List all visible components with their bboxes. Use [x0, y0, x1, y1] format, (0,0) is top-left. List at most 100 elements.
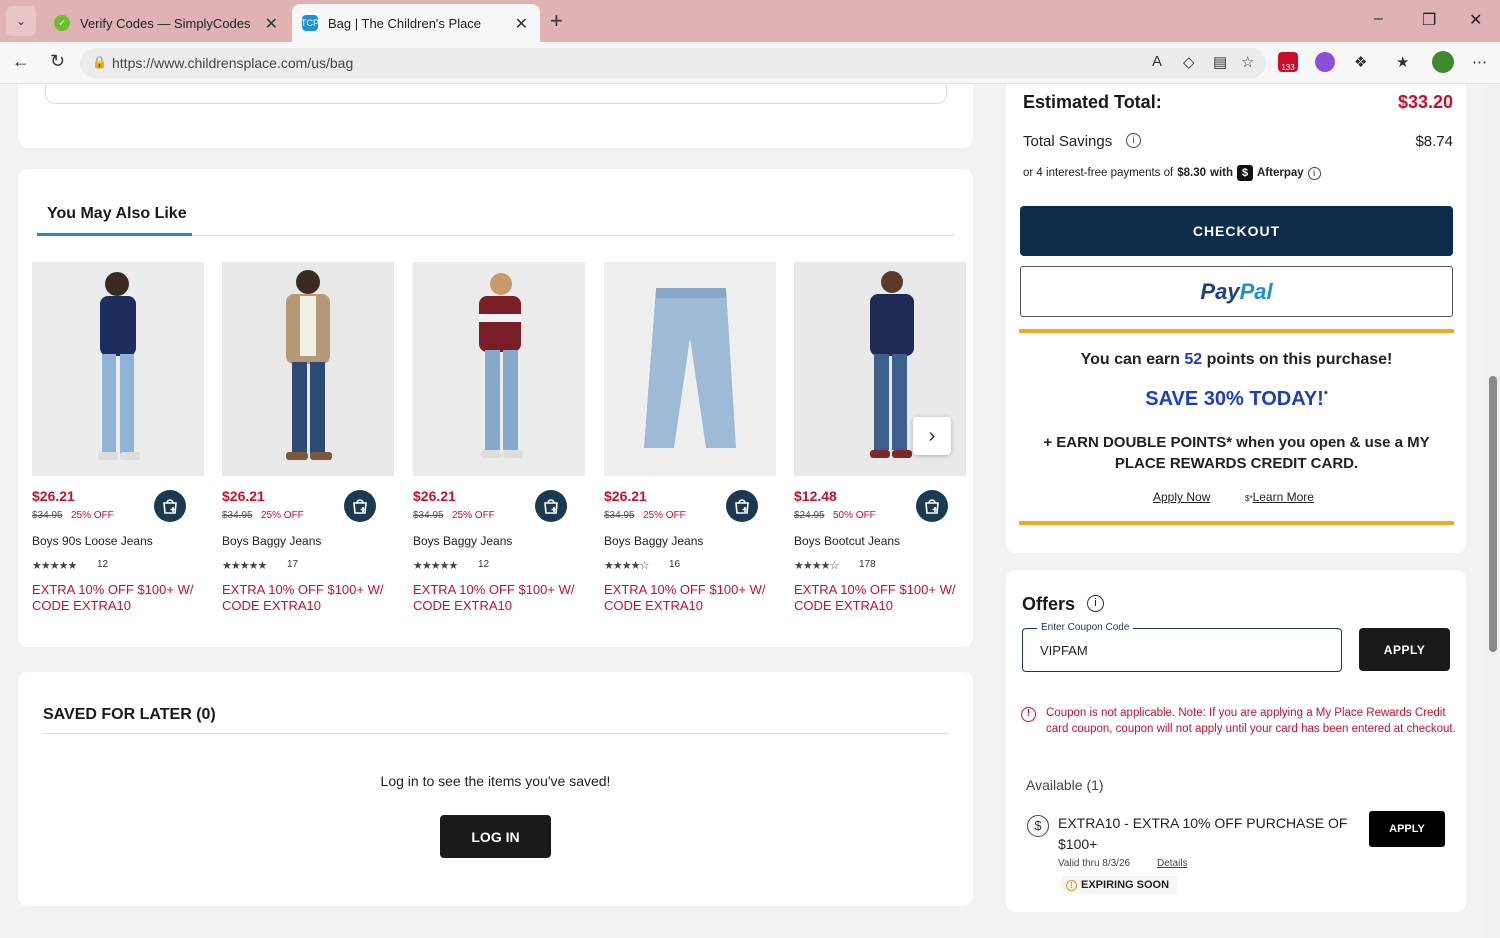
available-offers-label: Available (1): [1026, 777, 1104, 793]
saved-for-later-section: SAVED FOR LATER (0) Log in to see the it…: [18, 672, 973, 906]
saved-message: Log in to see the items you've saved!: [380, 773, 611, 789]
profile-avatar[interactable]: [1432, 51, 1454, 73]
warning-icon: !: [1066, 879, 1077, 891]
earn-suffix: points on this purchase!: [1206, 351, 1393, 368]
window-close-icon[interactable]: ✕: [1469, 10, 1482, 30]
learn-more-link[interactable]: $*Learn More: [1245, 490, 1314, 504]
reader-icon[interactable]: ▤: [1213, 53, 1227, 71]
product-was-price: $24.95: [794, 510, 825, 521]
earn-points-text: You can earn 52 points on this purchase!: [1019, 351, 1454, 369]
address-toolbar: ← ↻ 🔒 https://www.childrensplace.com/us/…: [0, 42, 1500, 84]
product-image[interactable]: [604, 262, 776, 476]
favorites-icon[interactable]: ★: [1396, 53, 1409, 71]
translate-icon[interactable]: A: [1152, 53, 1162, 70]
product-name[interactable]: Boys Baggy Jeans: [413, 534, 512, 548]
afterpay-amount: $8.30: [1177, 167, 1206, 179]
tag-icon[interactable]: ◇: [1183, 53, 1195, 71]
earn-prefix: You can earn: [1080, 351, 1180, 368]
add-to-bag-button[interactable]: [916, 490, 948, 522]
coupon-error-message: Coupon is not applicable. Note: If you a…: [1046, 707, 1456, 735]
tcp-favicon-icon: TCP: [301, 15, 319, 31]
reload-icon[interactable]: ↻: [50, 51, 65, 72]
product-price: $26.21: [413, 488, 456, 504]
product-image[interactable]: [222, 262, 394, 476]
product-discount: 25% OFF: [452, 510, 495, 521]
more-menu-icon[interactable]: ⋯: [1472, 53, 1487, 71]
offers-card: Offers i Enter Coupon Code APPLY ! Coupo…: [1006, 570, 1466, 912]
product-discount: 50% OFF: [833, 510, 876, 521]
new-tab-icon[interactable]: +: [550, 8, 563, 34]
offer-details-link[interactable]: Details: [1157, 858, 1188, 869]
paypal-button[interactable]: Pay Pal: [1020, 266, 1453, 317]
tab-childrens-place[interactable]: TCP Bag | The Children's Place ✕: [292, 4, 540, 42]
extension-badge-count: 133: [1281, 63, 1295, 72]
paypal-logo-part2: Pal: [1239, 278, 1273, 304]
scrollbar-thumb[interactable]: [1489, 376, 1497, 652]
product-card[interactable]: $26.21 $34.95 25% OFF Boys 90s Loose Jea…: [32, 262, 204, 613]
product-image[interactable]: [32, 262, 204, 476]
add-to-bag-button[interactable]: [535, 490, 567, 522]
expiring-label: EXPIRING SOON: [1081, 879, 1170, 891]
rating-stars-icon: ★★★★☆: [604, 560, 649, 572]
total-savings-label: Total Savings: [1023, 133, 1113, 150]
tab-title: Bag | The Children's Place: [328, 15, 482, 31]
afterpay-brand: Afterpay: [1257, 167, 1304, 179]
product-name[interactable]: Boys Bootcut Jeans: [794, 534, 900, 548]
close-tab-icon[interactable]: ✕: [265, 14, 278, 34]
product-name[interactable]: Boys Baggy Jeans: [222, 534, 321, 548]
product-name[interactable]: Boys Baggy Jeans: [604, 534, 703, 548]
product-card[interactable]: $26.21 $34.95 25% OFF Boys Baggy Jeans ★…: [604, 262, 776, 613]
add-to-bag-button[interactable]: [154, 490, 186, 522]
save-today-label: SAVE 30% TODAY!: [1145, 388, 1324, 410]
learn-more-prefix: $*: [1245, 494, 1253, 503]
info-icon[interactable]: i: [1087, 595, 1104, 612]
offer-name: EXTRA10 - EXTRA 10% OFF PURCHASE OF $100…: [1058, 815, 1348, 852]
simplycodes-favicon-icon: ✓: [54, 15, 70, 31]
carousel-next-button[interactable]: ›: [913, 417, 951, 455]
product-price: $26.21: [604, 488, 647, 504]
offer-valid-date: Valid thru 8/3/26: [1058, 858, 1131, 869]
product-was-price: $34.95: [604, 510, 635, 521]
save-today-text: SAVE 30% TODAY!*: [1019, 388, 1454, 411]
rating-stars-icon: ★★★★★: [413, 560, 458, 572]
afterpay-prefix: or 4 interest-free payments of: [1023, 167, 1174, 179]
checkout-button[interactable]: CHECKOUT: [1020, 206, 1453, 256]
coupon-input[interactable]: [1040, 643, 1320, 658]
close-tab-icon[interactable]: ✕: [515, 14, 528, 34]
apply-coupon-button[interactable]: APPLY: [1359, 628, 1450, 671]
info-icon[interactable]: i: [1307, 166, 1321, 180]
review-count: 178: [859, 559, 876, 570]
product-card[interactable]: $26.21 $34.95 25% OFF Boys Baggy Jeans ★…: [413, 262, 585, 613]
rating-stars-icon: ★★★★☆: [794, 560, 839, 572]
restore-icon[interactable]: ❐: [1422, 10, 1436, 30]
paypal-logo-part1: Pay: [1200, 278, 1240, 304]
coupon-field[interactable]: Enter Coupon Code: [1022, 622, 1342, 672]
login-button[interactable]: LOG IN: [440, 815, 551, 858]
minimize-icon[interactable]: –: [1374, 10, 1383, 28]
product-promo: EXTRA 10% OFF $100+ W/ CODE EXTRA10: [222, 582, 384, 613]
product-image[interactable]: [413, 262, 585, 476]
bag-items-card: [18, 84, 973, 148]
product-price: $26.21: [32, 488, 75, 504]
product-card[interactable]: $26.21 $34.95 25% OFF Boys Baggy Jeans ★…: [222, 262, 394, 613]
back-icon[interactable]: ←: [12, 51, 30, 72]
apply-now-link[interactable]: Apply Now: [1153, 490, 1210, 504]
extension-badge-icon[interactable]: 133: [1278, 52, 1298, 72]
url-field[interactable]: 🔒 https://www.childrensplace.com/us/bag: [80, 48, 1266, 78]
apply-offer-button[interactable]: APPLY: [1369, 811, 1445, 847]
extensions-puzzle-icon[interactable]: ❖: [1354, 53, 1367, 71]
info-icon[interactable]: i: [1126, 133, 1141, 148]
favorite-star-icon[interactable]: ☆: [1241, 53, 1254, 71]
add-to-bag-button[interactable]: [726, 490, 758, 522]
product-name[interactable]: Boys 90s Loose Jeans: [32, 534, 153, 548]
add-to-bag-button[interactable]: [344, 490, 376, 522]
tab-list-button[interactable]: ⌄: [6, 6, 36, 36]
product-promo: EXTRA 10% OFF $100+ W/ CODE EXTRA10: [604, 582, 766, 613]
product-discount: 25% OFF: [643, 510, 686, 521]
lock-icon: 🔒: [92, 55, 107, 69]
tab-simplycodes[interactable]: ✓ Verify Codes — SimplyCodes ✕: [44, 4, 290, 42]
earn-points-value: 52: [1184, 351, 1203, 368]
extension-purple-icon[interactable]: [1315, 52, 1335, 72]
page-scrollbar[interactable]: [1486, 84, 1500, 938]
tab-title: Verify Codes — SimplyCodes: [80, 15, 251, 31]
